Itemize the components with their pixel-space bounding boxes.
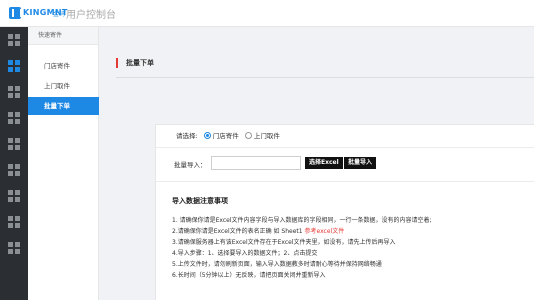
sidebar-item-store-send[interactable]: 门店寄件 xyxy=(28,57,99,75)
top-header: KINGMNT 金码 用户控制台 xyxy=(0,0,534,27)
radio-store-send[interactable] xyxy=(203,132,211,139)
sidebar-title: 快速寄件 xyxy=(28,27,98,45)
grid-icon xyxy=(8,86,20,98)
grid-icon xyxy=(8,112,20,124)
batch-order-card: 请选择: 门店寄件 上门取件 批量导入： 选择Excel 批量导入 导入数据注意… xyxy=(155,124,534,300)
grid-icon xyxy=(8,190,20,202)
brand-logo-icon xyxy=(9,7,22,19)
note-line-3: 3.请确保服务器上有该Excel文件存在于Excel文件夹里，如没有，请先上传后… xyxy=(172,239,396,246)
radio-pickup-label[interactable]: 上门取件 xyxy=(254,132,280,140)
grid-icon xyxy=(8,164,20,176)
grid-icon xyxy=(8,216,20,228)
page-title: 批量下单 xyxy=(116,58,154,68)
rail-item-2[interactable] xyxy=(0,53,28,79)
rail-item-9[interactable] xyxy=(0,235,28,261)
select-excel-button[interactable]: 选择Excel xyxy=(305,157,343,169)
notes-list: 1. 请确保你请是Excel文件内容字段与导入数据库的字段相同，一行一条数据，没… xyxy=(172,215,532,281)
rail-item-7[interactable] xyxy=(0,183,28,209)
rail-item-5[interactable] xyxy=(0,131,28,157)
grid-icon xyxy=(8,60,20,72)
rail-item-1[interactable] xyxy=(0,27,28,53)
bulk-import-label: 批量导入： xyxy=(174,161,207,169)
note-line-2: 2.请确保你请是Excel文件的表名正确 如 Sheet1 参考excel文件 xyxy=(172,226,532,237)
radio-pickup[interactable] xyxy=(244,132,252,139)
rail-item-4[interactable] xyxy=(0,105,28,131)
note-line-2-text: 2.请确保你请是Excel文件的表名正确 如 Sheet1 xyxy=(172,228,305,235)
rail-item-8[interactable] xyxy=(0,209,28,235)
divider xyxy=(156,181,534,182)
bulk-import-button[interactable]: 批量导入 xyxy=(344,157,377,169)
send-type-row: 请选择: 门店寄件 上门取件 xyxy=(176,131,280,141)
sidebar: 快速寄件 门店寄件 上门取件 批量下单 xyxy=(28,27,99,300)
sidebar-item-pickup[interactable]: 上门取件 xyxy=(28,77,99,95)
console-title: 用户控制台 xyxy=(66,10,116,21)
rail-item-6[interactable] xyxy=(0,157,28,183)
breadcrumb-divider xyxy=(116,77,534,78)
divider xyxy=(156,147,534,148)
brand-sub: 金码 xyxy=(53,11,66,18)
sidebar-item-batch-order[interactable]: 批量下单 xyxy=(28,97,99,115)
reference-excel-link[interactable]: 参考excel文件 xyxy=(305,228,345,235)
file-path-input[interactable] xyxy=(211,156,301,170)
left-rail xyxy=(0,27,28,300)
send-type-label: 请选择: xyxy=(176,132,198,140)
grid-icon xyxy=(8,34,20,46)
grid-icon xyxy=(8,138,20,150)
note-line-1: 1. 请确保你请是Excel文件内容字段与导入数据库的字段相同，一行一条数据，没… xyxy=(172,217,432,224)
note-line-5: 5.上传文件时，请勿刷新页面，输入导入数据教多时请耐心等待并保持网络畅通 xyxy=(172,261,382,268)
breadcrumb-bar: 批量下单 xyxy=(100,27,534,97)
notes-title: 导入数据注意事项 xyxy=(172,197,228,205)
note-line-4: 4.导入步骤：1、选择要导入的数据文件；2、点击提交 xyxy=(172,250,318,257)
radio-store-send-label[interactable]: 门店寄件 xyxy=(213,132,239,140)
rail-item-3[interactable] xyxy=(0,79,28,105)
grid-icon xyxy=(8,242,20,254)
note-line-6: 6.长时间（5分钟以上）无反映，请把页面关闭并重新导入 xyxy=(172,272,326,279)
